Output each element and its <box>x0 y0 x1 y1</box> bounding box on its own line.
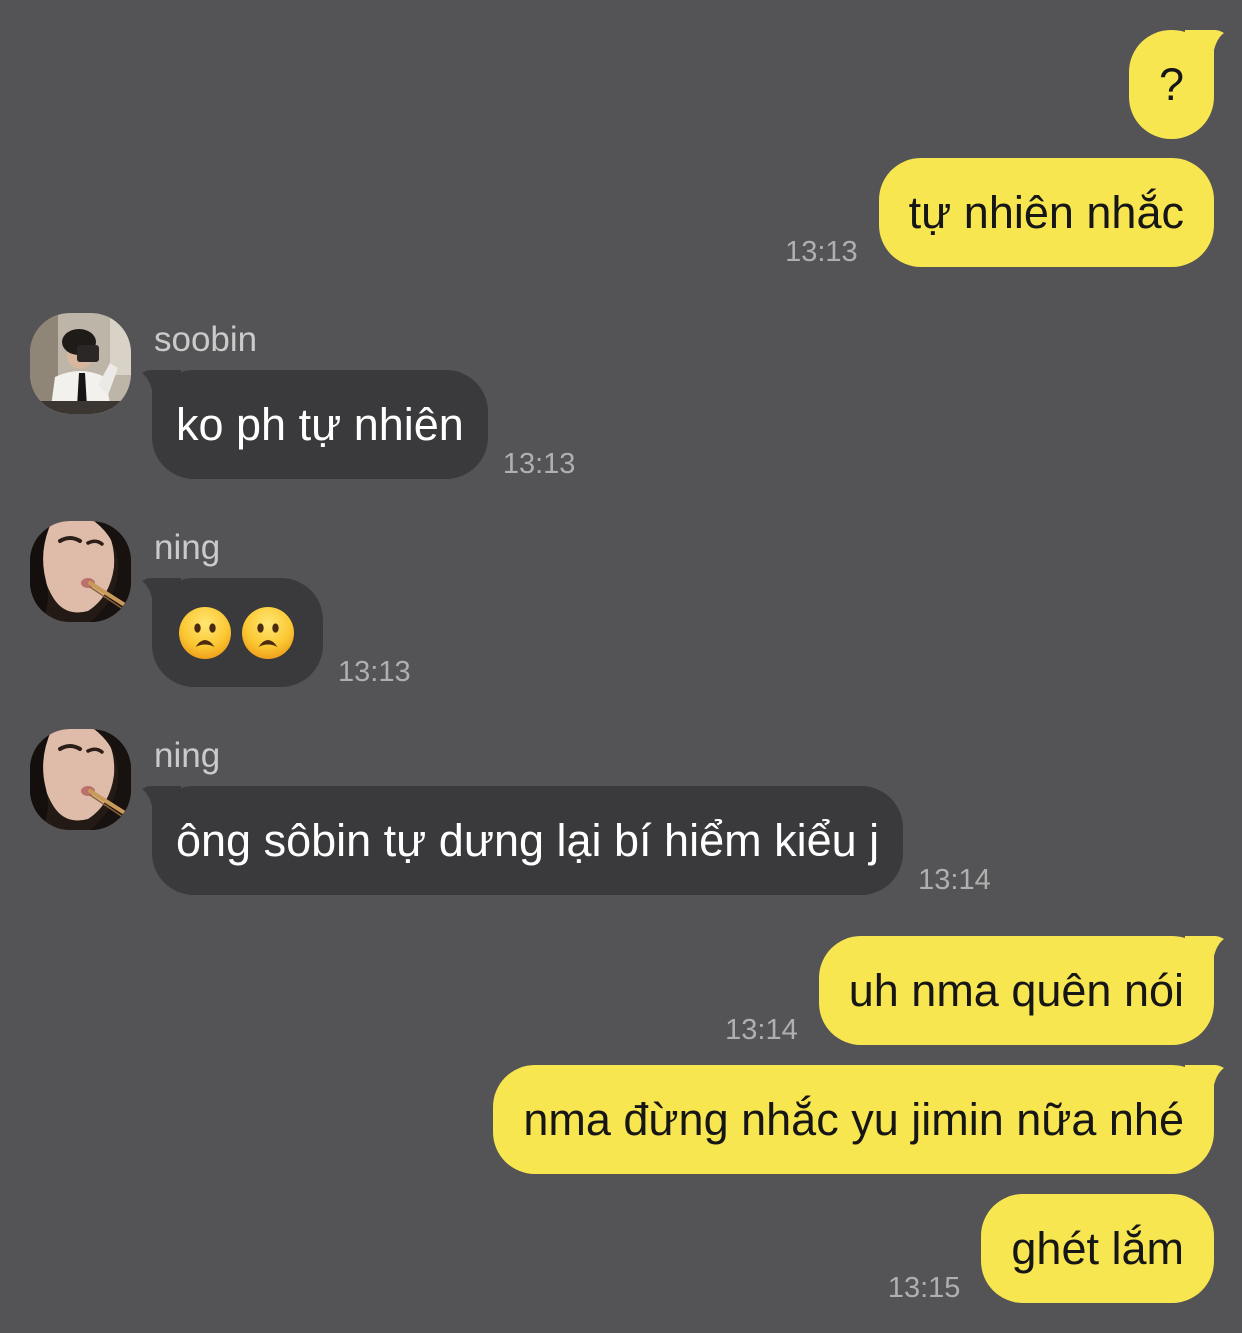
bubble-tail <box>142 578 181 618</box>
frowning-face-with-open-mouth-icon <box>179 606 231 659</box>
avatar-photo-ning <box>30 729 131 830</box>
message-text: ? <box>1158 59 1184 110</box>
message-bubble[interactable]: tự nhiên nhắc <box>878 158 1214 267</box>
message-bubble[interactable]: nma đừng nhắc yu jimin nữa nhé <box>493 1065 1224 1174</box>
message-row-incoming: 13:13 <box>142 578 411 688</box>
message-row-incoming: ông sôbin tự dưng lại bí hiểm kiểu j 13:… <box>142 786 991 896</box>
message-timestamp: 13:14 <box>725 1014 798 1046</box>
message-text: ông sôbin tự dưng lại bí hiểm kiểu j <box>176 815 880 866</box>
bubble-tail <box>1185 1065 1224 1105</box>
message-row-outgoing: ? <box>1128 30 1224 139</box>
message-row-outgoing: 13:15 ghét lắm <box>888 1194 1214 1303</box>
bubble-tail <box>142 370 181 410</box>
message-timestamp: 13:13 <box>502 448 576 480</box>
avatar[interactable] <box>30 729 131 830</box>
message-text: ghét lắm <box>1011 1223 1184 1274</box>
message-row-outgoing: 13:14 uh nma quên nói <box>725 936 1224 1046</box>
message-row-incoming: ko ph tự nhiên 13:13 <box>142 370 576 480</box>
message-text: nma đừng nhắc yu jimin nữa nhé <box>523 1094 1184 1145</box>
sender-name: soobin <box>154 320 258 359</box>
message-row-outgoing: 13:13 tự nhiên nhắc <box>785 158 1214 267</box>
avatar-photo-ning <box>30 521 131 622</box>
message-bubble[interactable]: uh nma quên nói <box>818 936 1224 1045</box>
message-timestamp: 13:14 <box>918 864 991 896</box>
message-timestamp: 13:15 <box>887 1272 961 1304</box>
frowning-face-with-open-mouth-icon <box>242 606 294 659</box>
message-text: tự nhiên nhắc <box>908 187 1184 238</box>
message-bubble[interactable]: ông sôbin tự dưng lại bí hiểm kiểu j <box>142 786 904 895</box>
avatar-photo-soobin <box>30 313 131 414</box>
bubble-tail <box>1185 936 1224 976</box>
avatar[interactable] <box>30 313 131 414</box>
message-text: uh nma quên nói <box>848 965 1184 1016</box>
message-bubble[interactable]: ko ph tự nhiên <box>142 370 488 479</box>
bubble-tail <box>1185 30 1224 70</box>
message-text: ko ph tự nhiên <box>176 399 464 450</box>
message-bubble[interactable]: ? <box>1128 30 1224 139</box>
avatar[interactable] <box>30 521 131 622</box>
message-timestamp: 13:13 <box>338 656 411 688</box>
message-timestamp: 13:13 <box>785 236 858 268</box>
sender-name: ning <box>154 736 221 775</box>
bubble-tail <box>142 786 181 826</box>
message-bubble[interactable]: ghét lắm <box>981 1194 1214 1303</box>
message-row-outgoing: nma đừng nhắc yu jimin nữa nhé <box>493 1065 1224 1174</box>
message-bubble[interactable] <box>142 578 323 687</box>
sender-name: ning <box>154 528 221 567</box>
